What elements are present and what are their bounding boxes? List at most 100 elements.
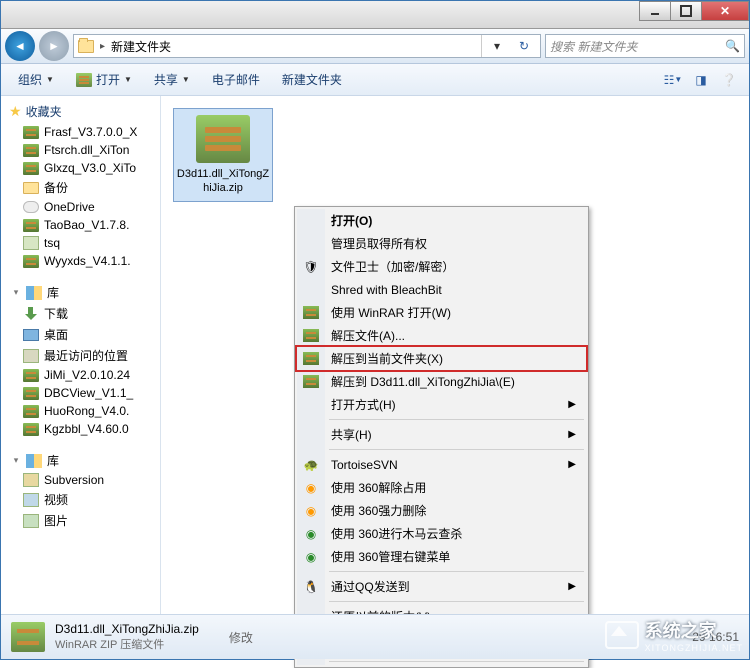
search-input[interactable]: 搜索 新建文件夹 🔍 [545, 34, 745, 58]
context-menu: 打开(O) 管理员取得所有权 🛡文件卫士（加密/解密） Shred with B… [294, 206, 589, 668]
maximize-button[interactable] [670, 1, 702, 21]
minimize-button[interactable] [639, 1, 671, 21]
organize-button[interactable]: 组织▼ [9, 67, 63, 92]
folder-icon [23, 182, 39, 194]
preview-pane-button[interactable]: ◨ [689, 68, 713, 92]
ctx-360-unlock[interactable]: ◉使用 360解除占用 [297, 476, 586, 499]
ctx-qq-send[interactable]: 🐧通过QQ发送到▶ [297, 575, 586, 598]
winrar-icon [23, 255, 39, 268]
sidebar-item[interactable]: Kgzbbl_V4.60.0 [1, 420, 160, 438]
sidebar-item[interactable]: 备份 [1, 177, 160, 198]
recent-icon [23, 349, 39, 363]
close-button[interactable] [701, 1, 749, 21]
status-modified-label: 修改 [229, 629, 253, 646]
new-folder-button[interactable]: 新建文件夹 [273, 67, 351, 92]
search-icon: 🔍 [725, 39, 740, 53]
toolbar: 组织▼ 打开▼ 共享▼ 电子邮件 新建文件夹 ☷ ▼ ◨ ❔ [1, 64, 749, 96]
winrar-icon [23, 126, 39, 139]
ctx-360-trojan[interactable]: ◉使用 360进行木马云查杀 [297, 522, 586, 545]
library-group[interactable]: ▾库 [1, 450, 160, 471]
ctx-360-menu[interactable]: ◉使用 360管理右键菜单 [297, 545, 586, 568]
watermark-text: 系统之家 [645, 621, 717, 641]
file-item-selected[interactable]: D3d11.dll_XiTongZhiJia.zip [173, 108, 273, 202]
sidebar-item[interactable]: tsq [1, 234, 160, 252]
view-options-button[interactable]: ☷ ▼ [661, 68, 685, 92]
email-button[interactable]: 电子邮件 [203, 67, 269, 92]
submenu-arrow-icon: ▶ [568, 581, 576, 592]
ctx-share[interactable]: 共享(H)▶ [297, 423, 586, 446]
winrar-icon [23, 423, 39, 436]
sidebar-item[interactable]: TaoBao_V1.7.8. [1, 216, 160, 234]
onedrive-icon [23, 201, 39, 213]
winrar-icon [76, 73, 92, 87]
ctx-open[interactable]: 打开(O) [297, 209, 586, 232]
winrar-icon [23, 387, 39, 400]
sidebar-item[interactable]: Frasf_V3.7.0.0_X [1, 123, 160, 141]
svn-icon [23, 473, 39, 487]
winrar-icon [23, 144, 39, 157]
ctx-bleachbit[interactable]: Shred with BleachBit [297, 278, 586, 301]
address-path: 新建文件夹 [111, 38, 171, 55]
tortoise-icon: 🐢 [303, 457, 319, 473]
winrar-icon [23, 369, 39, 382]
winrar-icon [303, 352, 319, 365]
winrar-archive-icon [196, 115, 250, 163]
search-placeholder: 搜索 新建文件夹 [550, 38, 637, 55]
video-icon [23, 493, 39, 507]
sidebar-item[interactable]: HuoRong_V4.0. [1, 402, 160, 420]
submenu-arrow-icon: ▶ [568, 399, 576, 410]
favorites-header[interactable]: ★收藏夹 [1, 100, 160, 123]
status-filetype: WinRAR ZIP 压缩文件 [55, 636, 199, 652]
share-button[interactable]: 共享▼ [145, 67, 199, 92]
library-header[interactable]: ▾库 [1, 282, 160, 303]
ctx-fileguard[interactable]: 🛡文件卫士（加密/解密） [297, 255, 586, 278]
sidebar-downloads[interactable]: 下载 [1, 303, 160, 324]
ctx-extract-to[interactable]: 解压到 D3d11.dll_XiTongZhiJia\(E) [297, 370, 586, 393]
winrar-icon [23, 405, 39, 418]
chevron-right-icon: ▸ [100, 41, 105, 52]
ctx-winrar-open[interactable]: 使用 WinRAR 打开(W) [297, 301, 586, 324]
forward-button[interactable]: ► [39, 31, 69, 61]
library-icon [26, 454, 42, 468]
sidebar-item[interactable]: Ftsrch.dll_XiTon [1, 141, 160, 159]
expand-icon: ▾ [11, 287, 21, 298]
ctx-360-forcedelete[interactable]: ◉使用 360强力删除 [297, 499, 586, 522]
sidebar-subversion[interactable]: Subversion [1, 471, 160, 489]
watermark-sub: XITONGZHIJIA.NET [645, 643, 743, 653]
360-icon: ◉ [303, 503, 319, 519]
sidebar-pictures[interactable]: 图片 [1, 510, 160, 531]
shield-icon: 🛡 [303, 259, 319, 275]
ctx-tortoisesvn[interactable]: 🐢TortoiseSVN▶ [297, 453, 586, 476]
address-dropdown[interactable]: ▾ [488, 39, 506, 53]
ctx-admin-own[interactable]: 管理员取得所有权 [297, 232, 586, 255]
sidebar-item[interactable]: OneDrive [1, 198, 160, 216]
folder-icon [78, 40, 94, 53]
sidebar-item[interactable]: JiMi_V2.0.10.24 [1, 366, 160, 384]
sidebar-item[interactable]: Wyyxds_V4.1.1. [1, 252, 160, 270]
download-icon [23, 307, 39, 321]
sidebar-videos[interactable]: 视频 [1, 489, 160, 510]
back-button[interactable]: ◄ [5, 31, 35, 61]
sidebar-recent[interactable]: 最近访问的位置 [1, 345, 160, 366]
pictures-icon [23, 514, 39, 528]
submenu-arrow-icon: ▶ [568, 429, 576, 440]
360-icon: ◉ [303, 480, 319, 496]
open-button[interactable]: 打开▼ [67, 67, 141, 92]
qq-icon: 🐧 [303, 579, 319, 595]
360-icon: ◉ [303, 526, 319, 542]
ctx-extract-files[interactable]: 解压文件(A)... [297, 324, 586, 347]
navigation-bar: ◄ ► ▸ 新建文件夹 ▾ ↻ 搜索 新建文件夹 🔍 [1, 29, 749, 64]
address-bar[interactable]: ▸ 新建文件夹 ▾ ↻ [73, 34, 541, 58]
help-button[interactable]: ❔ [717, 68, 741, 92]
expand-icon: ▾ [11, 455, 21, 466]
navigation-sidebar: ★收藏夹 Frasf_V3.7.0.0_X Ftsrch.dll_XiTon G… [1, 96, 161, 626]
ctx-open-with[interactable]: 打开方式(H)▶ [297, 393, 586, 416]
refresh-button[interactable]: ↻ [512, 34, 536, 58]
ctx-extract-here[interactable]: 解压到当前文件夹(X) [297, 347, 586, 370]
library-icon [26, 286, 42, 300]
winrar-icon [23, 219, 39, 232]
sidebar-item[interactable]: DBCView_V1.1_ [1, 384, 160, 402]
watermark-logo-icon [605, 621, 639, 649]
sidebar-item[interactable]: Glxzq_V3.0_XiTo [1, 159, 160, 177]
sidebar-desktop[interactable]: 桌面 [1, 324, 160, 345]
